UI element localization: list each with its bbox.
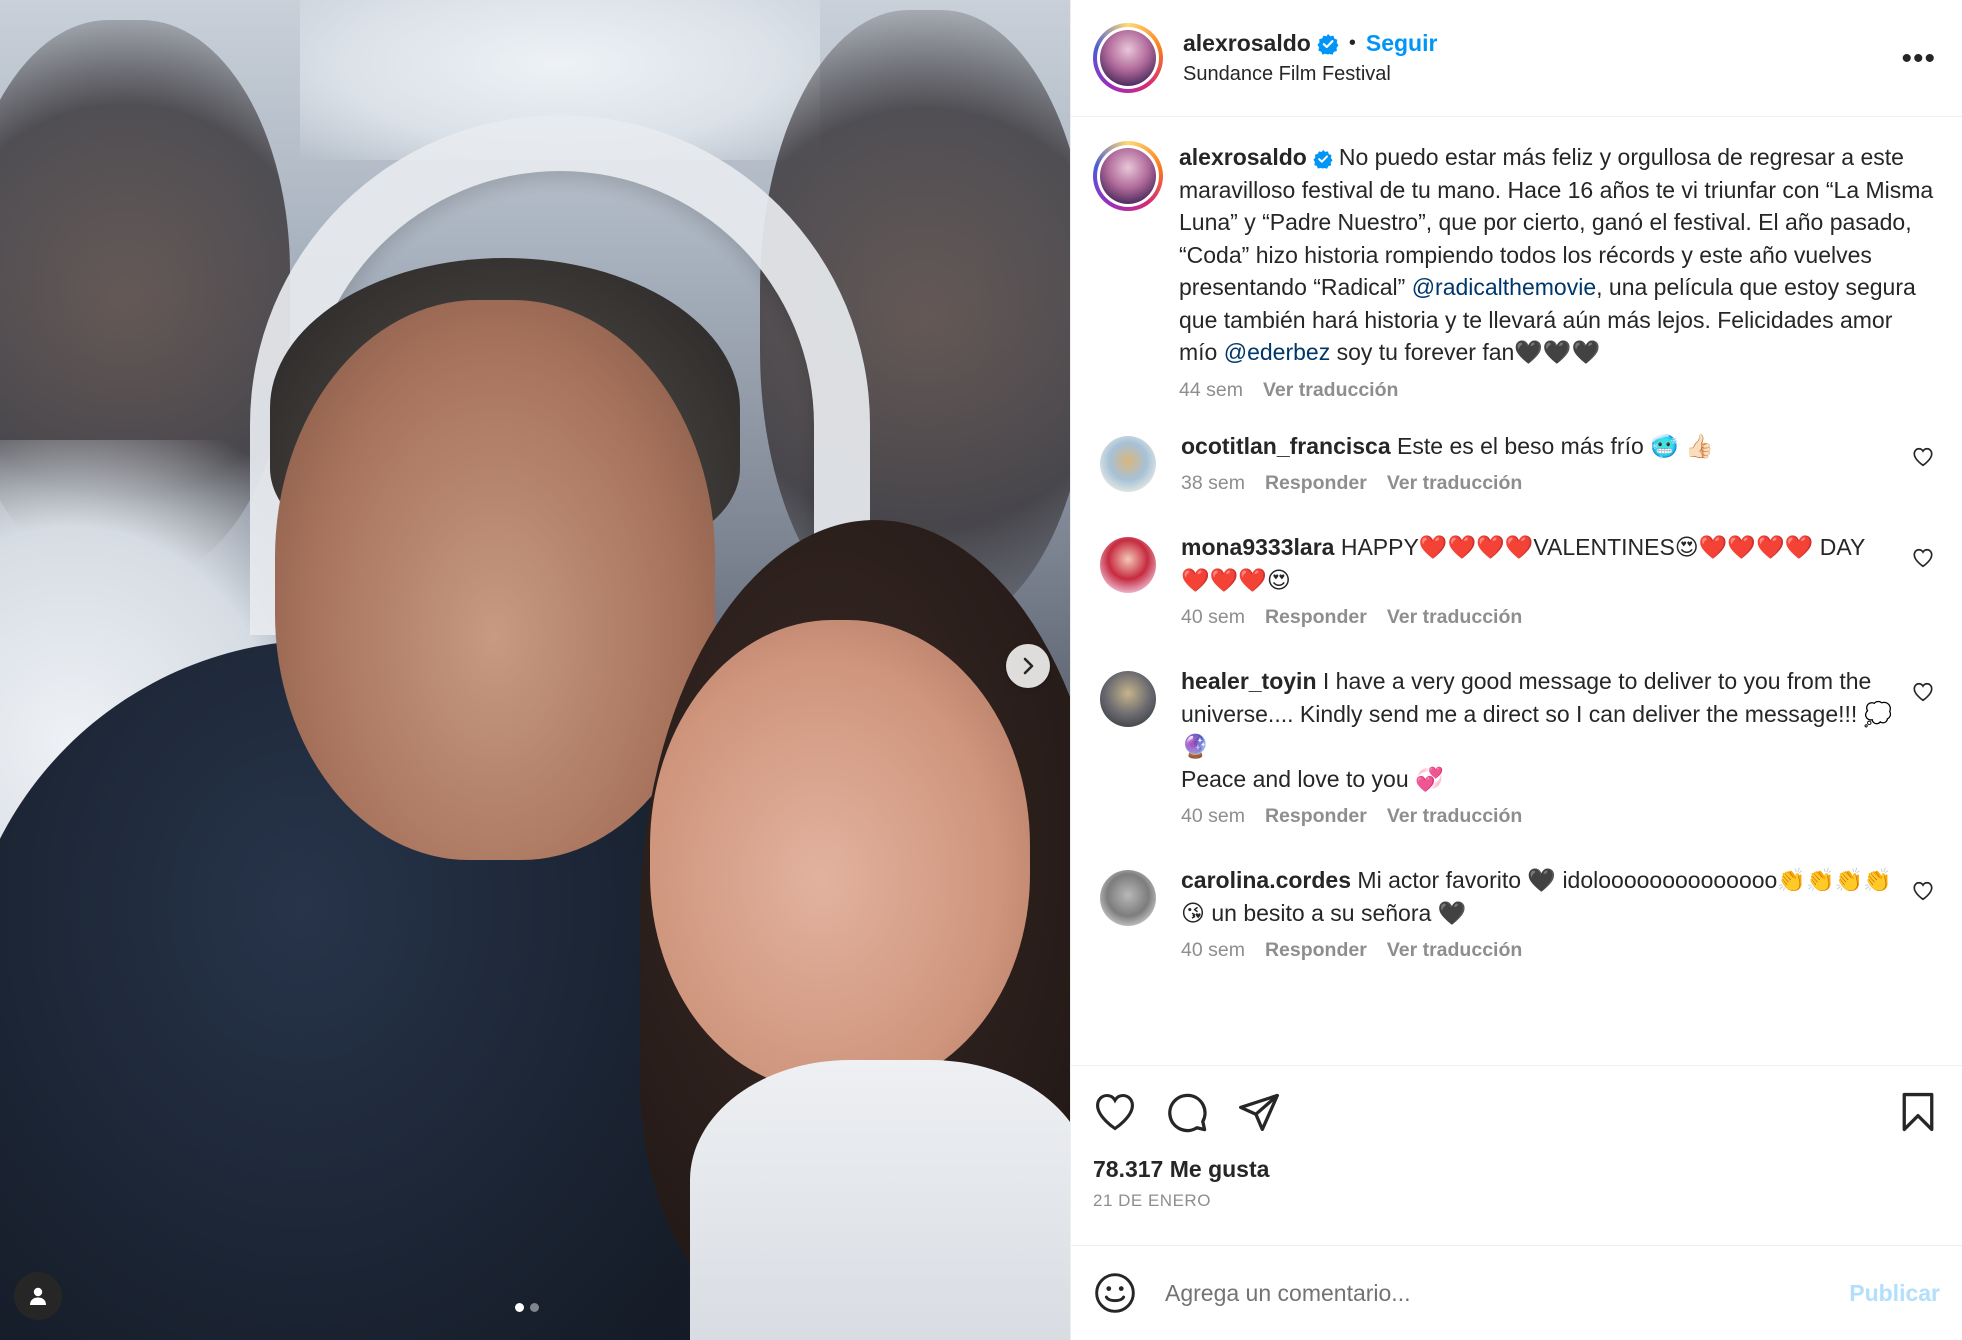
- commenter-avatar[interactable]: [1100, 435, 1156, 492]
- publish-button[interactable]: Publicar: [1849, 1280, 1940, 1307]
- post-location[interactable]: Sundance Film Festival: [1183, 63, 1437, 86]
- share-icon: [1239, 1093, 1279, 1132]
- like-comment-heart-icon[interactable]: [1912, 880, 1934, 902]
- commenter-avatar[interactable]: [1100, 671, 1156, 727]
- caption-timestamp[interactable]: 44 sem: [1179, 379, 1243, 402]
- comment-timestamp[interactable]: 40 sem: [1181, 805, 1245, 828]
- heart-icon: [1096, 1093, 1134, 1131]
- post-side-panel: alexrosaldo • Seguir Sundance Film Festi…: [1070, 0, 1962, 1340]
- comment-meta: 40 sem Responder Ver traducción: [1181, 606, 1896, 629]
- comment-icon: [1168, 1093, 1207, 1133]
- comment-text: mona9333lara HAPPY❤️❤️❤️❤️VALENTINES😍❤️❤…: [1181, 531, 1896, 596]
- comment-meta: 40 sem Responder Ver traducción: [1181, 805, 1896, 828]
- comment-input[interactable]: [1165, 1279, 1850, 1307]
- emoji-icon[interactable]: [1093, 1271, 1137, 1315]
- header-separator: •: [1348, 32, 1356, 54]
- post-header: alexrosaldo • Seguir Sundance Film Festi…: [1071, 0, 1962, 117]
- comment-body-line2: Peace and love to you 💞: [1181, 765, 1444, 792]
- like-comment-heart-icon[interactable]: [1912, 446, 1934, 468]
- commenter-username[interactable]: healer_toyin: [1181, 668, 1317, 694]
- see-translation-link[interactable]: Ver traducción: [1387, 939, 1522, 962]
- photo-man-face: [275, 300, 715, 860]
- chevron-right-icon: [1023, 657, 1034, 675]
- more-options-icon[interactable]: •••: [1901, 42, 1936, 76]
- action-icons: [1093, 1090, 1940, 1134]
- author-meta: alexrosaldo • Seguir Sundance Film Festi…: [1183, 30, 1437, 86]
- mention-link[interactable]: @radicalthemovie: [1412, 274, 1596, 300]
- commenter-avatar[interactable]: [1100, 537, 1156, 593]
- comment-item: mona9333lara HAPPY❤️❤️❤️❤️VALENTINES😍❤️❤…: [1093, 531, 1936, 629]
- author-username[interactable]: alexrosaldo: [1183, 30, 1311, 57]
- verified-badge-icon: [1313, 149, 1333, 169]
- save-button[interactable]: [1896, 1090, 1940, 1134]
- carousel-dot: [530, 1303, 539, 1312]
- reply-button[interactable]: Responder: [1265, 472, 1367, 495]
- comments-scroll-area[interactable]: alexrosaldo No puedo estar más feliz y or…: [1071, 117, 1962, 1065]
- see-translation-link[interactable]: Ver traducción: [1387, 805, 1522, 828]
- caption-body-part3: soy tu forever fan🖤🖤🖤: [1330, 339, 1601, 365]
- verified-badge-icon: [1317, 33, 1339, 55]
- caption-avatar-image: [1100, 148, 1156, 204]
- post-caption: alexrosaldo No puedo estar más feliz y or…: [1093, 141, 1936, 402]
- post-actions: 78.317 Me gusta 21 DE ENERO: [1071, 1065, 1962, 1211]
- comment-timestamp[interactable]: 40 sem: [1181, 939, 1245, 962]
- caption-avatar[interactable]: [1093, 141, 1163, 211]
- author-avatar[interactable]: [1093, 23, 1163, 93]
- comment-text: carolina.cordes Mi actor favorito 🖤 idol…: [1181, 864, 1896, 929]
- commenter-username[interactable]: mona9333lara: [1181, 534, 1334, 560]
- caption-username[interactable]: alexrosaldo: [1179, 144, 1307, 170]
- bookmark-icon: [1902, 1092, 1934, 1132]
- comment-body: Este es el beso más frío 🥶 👍🏻: [1397, 432, 1714, 459]
- like-button[interactable]: [1093, 1090, 1137, 1134]
- comment-item: healer_toyin I have a very good message …: [1093, 665, 1936, 828]
- commenter-avatar[interactable]: [1100, 870, 1156, 926]
- reply-button[interactable]: Responder: [1265, 606, 1367, 629]
- comment-timestamp[interactable]: 40 sem: [1181, 606, 1245, 629]
- comment-button[interactable]: [1165, 1090, 1209, 1134]
- like-comment-heart-icon[interactable]: [1912, 681, 1934, 703]
- photo-woman-jacket: [690, 1060, 1070, 1340]
- comment-item: ocotitlan_francisca Este es el beso más …: [1093, 430, 1936, 496]
- comment-meta: 38 sem Responder Ver traducción: [1181, 472, 1896, 495]
- comment-item: carolina.cordes Mi actor favorito 🖤 idol…: [1093, 864, 1936, 962]
- commenter-username[interactable]: ocotitlan_francisca: [1181, 433, 1391, 459]
- next-slide-button[interactable]: [1006, 644, 1050, 688]
- see-translation-link[interactable]: Ver traducción: [1387, 606, 1522, 629]
- commenter-username[interactable]: carolina.cordes: [1181, 867, 1351, 893]
- user-tag-icon: [30, 1287, 46, 1305]
- like-comment-heart-icon[interactable]: [1912, 547, 1934, 569]
- post-date[interactable]: 21 DE ENERO: [1093, 1191, 1940, 1211]
- comment-text: ocotitlan_francisca Este es el beso más …: [1181, 430, 1896, 463]
- scroll-fade: [1071, 1050, 1962, 1066]
- photo-woman-face: [650, 620, 1030, 1090]
- comment-meta: 40 sem Responder Ver traducción: [1181, 939, 1896, 962]
- mention-link[interactable]: @ederbez: [1224, 339, 1330, 365]
- caption-text: alexrosaldo No puedo estar más feliz y or…: [1179, 141, 1936, 369]
- post-modal: alexrosaldo • Seguir Sundance Film Festi…: [0, 0, 1962, 1340]
- carousel-dot-active: [515, 1303, 524, 1312]
- post-photo[interactable]: [0, 0, 1070, 1340]
- caption-meta: 44 sem Ver traducción: [1179, 379, 1936, 402]
- follow-button[interactable]: Seguir: [1366, 30, 1438, 57]
- reply-button[interactable]: Responder: [1265, 939, 1367, 962]
- likes-count[interactable]: 78.317 Me gusta: [1093, 1156, 1940, 1183]
- add-comment-bar: Publicar: [1071, 1245, 1962, 1340]
- see-translation-link[interactable]: Ver traducción: [1263, 379, 1398, 402]
- author-avatar-image: [1100, 30, 1156, 86]
- tagged-users-button[interactable]: [14, 1272, 62, 1320]
- comment-text: healer_toyin I have a very good message …: [1181, 665, 1896, 795]
- share-button[interactable]: [1237, 1090, 1281, 1134]
- carousel-indicator: [515, 1303, 539, 1312]
- comment-timestamp[interactable]: 38 sem: [1181, 472, 1245, 495]
- reply-button[interactable]: Responder: [1265, 805, 1367, 828]
- see-translation-link[interactable]: Ver traducción: [1387, 472, 1522, 495]
